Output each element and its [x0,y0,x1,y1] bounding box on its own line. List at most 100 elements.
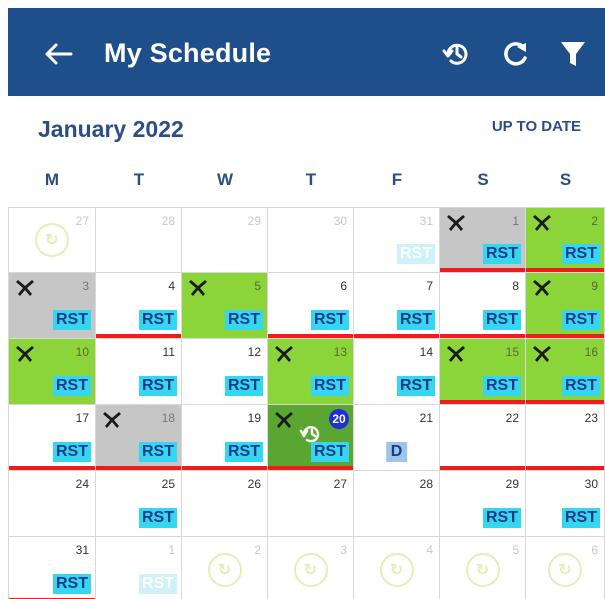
calendar-day[interactable]: 16 RST [526,339,605,405]
calendar-day[interactable]: 10 RST [8,339,96,405]
conflict-line [440,268,525,272]
calendar-day[interactable]: 27 ↻ [8,207,96,273]
calendar-day[interactable]: 14 RST [354,339,440,405]
day-number: 4 [426,543,433,557]
calendar-day[interactable]: 29 [182,207,268,273]
day-number: 26 [247,477,261,491]
rst-tag: RST [483,244,521,264]
conflict-line [96,334,181,338]
day-number: 28 [419,477,433,491]
rst-tag: RST [53,376,91,396]
calendar-day[interactable]: 28 [96,207,182,273]
calendar-day[interactable]: 1 RST [440,207,526,273]
calendar-day[interactable]: 5 ↻ [440,537,526,599]
back-arrow-icon [45,43,73,65]
calendar-day[interactable]: 9 RST [526,273,605,339]
flight-icon [532,212,552,232]
calendar-day[interactable]: 31 RST [354,207,440,273]
day-number: 4 [168,279,175,293]
conflict-line [526,466,604,470]
day-number: 6 [340,279,347,293]
refresh-watermark-icon: ↻ [379,552,414,587]
calendar-day[interactable]: 26 [182,471,268,537]
back-button[interactable] [38,34,78,74]
filter-button[interactable] [553,34,593,74]
conflict-line [268,466,353,470]
duty-tag: D [385,442,408,462]
flight-icon [274,409,294,429]
page-title: My Schedule [104,38,272,68]
day-number: 30 [333,214,347,228]
filter-icon [561,42,585,66]
rst-tag: RST [139,376,177,396]
day-number: 13 [333,345,347,359]
history-button[interactable] [436,34,476,74]
refresh-icon [504,42,527,66]
calendar-day[interactable]: 17 RST [8,405,96,471]
flight-icon [15,277,35,297]
day-number: 22 [505,411,519,425]
calendar-day[interactable]: 13 RST [268,339,354,405]
calendar-day[interactable]: 24 [8,471,96,537]
calendar-day[interactable]: 3 RST [8,273,96,339]
calendar-day[interactable]: 27 [268,471,354,537]
calendar-day[interactable]: 6 ↻ [526,537,605,599]
calendar-day[interactable]: 2 ↻ [182,537,268,599]
calendar-day[interactable]: 28 [354,471,440,537]
calendar-day[interactable]: 18 RST [96,405,182,471]
refresh-button[interactable] [496,34,536,74]
day-number: 25 [161,477,175,491]
rst-tag: RST [311,376,349,396]
weekday-label: S [477,170,489,189]
rst-tag: RST [225,442,263,462]
calendar-day[interactable]: 6 RST [268,273,354,339]
calendar-day[interactable]: 20 RST [268,405,354,471]
month-header: January 2022 UP TO DATE [8,96,605,162]
calendar-day[interactable]: 1 RST [96,537,182,599]
calendar-day[interactable]: 21 D [354,405,440,471]
day-number: 17 [75,411,89,425]
rst-tag: RST [562,508,600,528]
today-badge: 20 [329,409,349,429]
rst-tag: RST [53,310,91,330]
rst-tag: RST [397,244,435,264]
calendar-day[interactable]: 2 RST [526,207,605,273]
conflict-line [526,268,604,272]
conflict-line [96,466,181,470]
calendar-day[interactable]: 3 ↻ [268,537,354,599]
rst-tag: RST [562,376,600,396]
calendar-day[interactable]: 4 RST [96,273,182,339]
day-number: 1 [512,214,519,228]
weekday-label: W [216,170,234,189]
calendar-day[interactable]: 4 ↻ [354,537,440,599]
calendar-day[interactable]: 5 RST [182,273,268,339]
calendar-day[interactable]: 30 [268,207,354,273]
calendar-grid: 27 ↻ 28 29 30 31 RST 1 RST 2 RST 3 RST 4 RST 5 RST 6 RST 7 R… [8,207,605,599]
day-number: 31 [419,214,433,228]
weekday-header: MTWTFSS [8,170,605,200]
day-number: 11 [162,345,175,359]
day-number: 3 [340,543,347,557]
calendar-day[interactable]: 22 [440,405,526,471]
calendar-day[interactable]: 11 RST [96,339,182,405]
calendar-day[interactable]: 12 RST [182,339,268,405]
flight-icon [446,212,466,232]
conflict-line [9,466,95,470]
app-bar: My Schedule [8,8,605,96]
rst-tag: RST [139,508,177,528]
rst-tag: RST [311,442,349,462]
calendar-day[interactable]: 30 RST [526,471,605,537]
calendar-day[interactable]: 31 RST [8,537,96,599]
calendar-day[interactable]: 23 [526,405,605,471]
calendar-day[interactable]: 15 RST [440,339,526,405]
calendar-day[interactable]: 25 RST [96,471,182,537]
day-number: 2 [591,214,598,228]
calendar-day[interactable]: 29 RST [440,471,526,537]
flight-icon [532,343,552,363]
calendar-day[interactable]: 19 RST [182,405,268,471]
rst-tag: RST [397,376,435,396]
day-number: 29 [247,214,261,228]
calendar-day[interactable]: 7 RST [354,273,440,339]
calendar-day[interactable]: 8 RST [440,273,526,339]
flight-icon [274,343,294,363]
